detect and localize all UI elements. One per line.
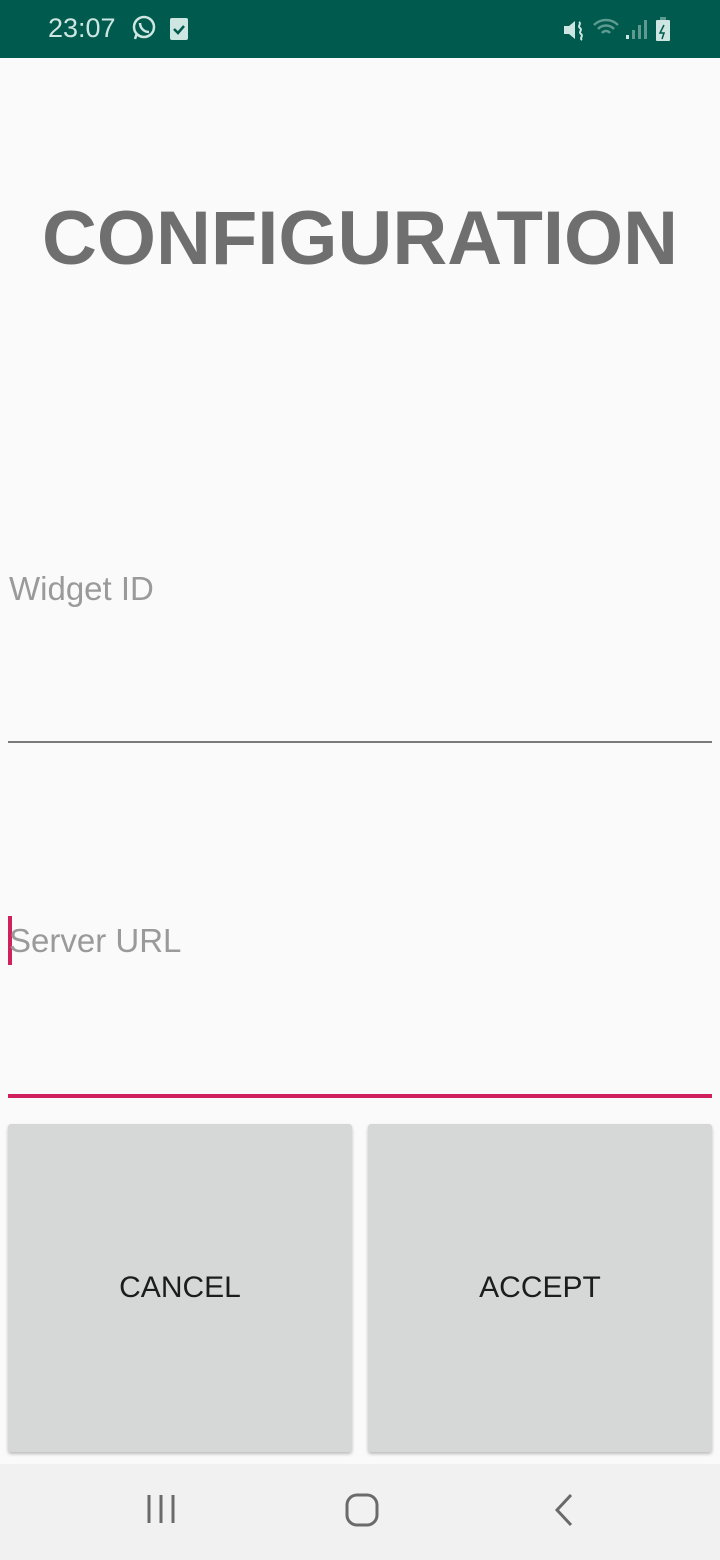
status-bar: 23:07	[0, 0, 720, 58]
navigation-bar	[0, 1464, 720, 1560]
server-url-input[interactable]	[8, 922, 712, 960]
whatsapp-icon	[132, 15, 156, 40]
recent-apps-icon[interactable]	[145, 1492, 177, 1526]
vibrate-mute-icon	[564, 21, 583, 41]
status-time: 23:07	[48, 13, 116, 43]
accept-button[interactable]: ACCEPT	[368, 1124, 712, 1452]
back-icon[interactable]	[552, 1492, 576, 1528]
widget-id-underline	[8, 741, 712, 743]
server-url-underline	[8, 1094, 712, 1098]
task-check-icon	[170, 18, 188, 40]
page-title: CONFIGURATION	[41, 196, 679, 281]
cancel-button[interactable]: CANCEL	[8, 1124, 352, 1452]
signal-icon	[626, 20, 647, 39]
widget-id-input[interactable]	[8, 570, 712, 608]
wifi-icon	[593, 18, 619, 34]
widget-id-field[interactable]	[8, 570, 712, 608]
home-icon[interactable]	[344, 1492, 380, 1528]
battery-charging-icon	[656, 17, 670, 41]
server-url-field[interactable]	[8, 922, 712, 960]
